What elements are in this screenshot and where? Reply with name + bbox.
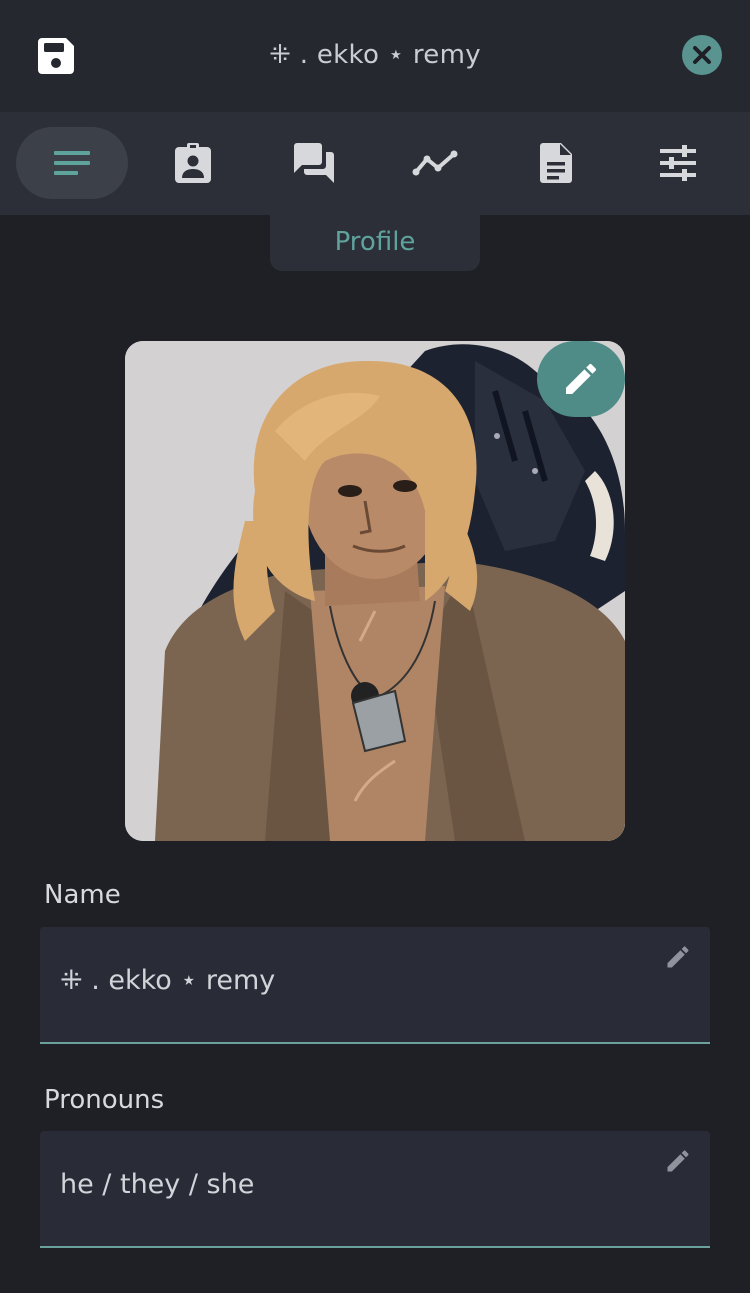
tab-profile[interactable] bbox=[16, 127, 128, 199]
tab-badge[interactable] bbox=[137, 127, 249, 199]
close-icon bbox=[693, 46, 711, 64]
avatar-illustration bbox=[125, 341, 625, 841]
tab-bar bbox=[0, 112, 750, 215]
character-avatar[interactable] bbox=[125, 341, 625, 841]
edit-avatar-button[interactable] bbox=[537, 341, 625, 417]
top-bar: ⁜ . ekko ⋆ remy bbox=[0, 0, 750, 112]
pencil-icon[interactable] bbox=[664, 943, 692, 971]
tab-document[interactable] bbox=[500, 127, 612, 199]
pencil-icon[interactable] bbox=[664, 1147, 692, 1175]
app: ⁜ . ekko ⋆ remy Profile Name ⁜ . ekko ⋆ … bbox=[0, 0, 750, 1293]
character-title: ⁜ . ekko ⋆ remy bbox=[269, 40, 481, 70]
line-chart-icon bbox=[412, 150, 458, 176]
name-label: Name bbox=[44, 880, 121, 910]
document-icon bbox=[540, 143, 572, 183]
contact-badge-icon bbox=[175, 143, 211, 183]
pronouns-field[interactable]: he / they / she bbox=[40, 1131, 710, 1248]
pronouns-label: Pronouns bbox=[44, 1085, 165, 1115]
tab-settings[interactable] bbox=[622, 127, 734, 199]
name-value: ⁜ . ekko ⋆ remy bbox=[60, 965, 276, 996]
pencil-icon bbox=[566, 363, 597, 394]
chat-bubbles-icon bbox=[294, 143, 334, 183]
tab-stats[interactable] bbox=[379, 127, 491, 199]
tab-chat[interactable] bbox=[258, 127, 370, 199]
notes-icon bbox=[54, 151, 90, 175]
pronouns-value: he / they / she bbox=[60, 1169, 255, 1200]
close-button[interactable] bbox=[682, 35, 722, 75]
active-tab-tooltip: Profile bbox=[270, 215, 480, 271]
name-field[interactable]: ⁜ . ekko ⋆ remy bbox=[40, 927, 710, 1044]
sliders-icon bbox=[660, 145, 696, 181]
